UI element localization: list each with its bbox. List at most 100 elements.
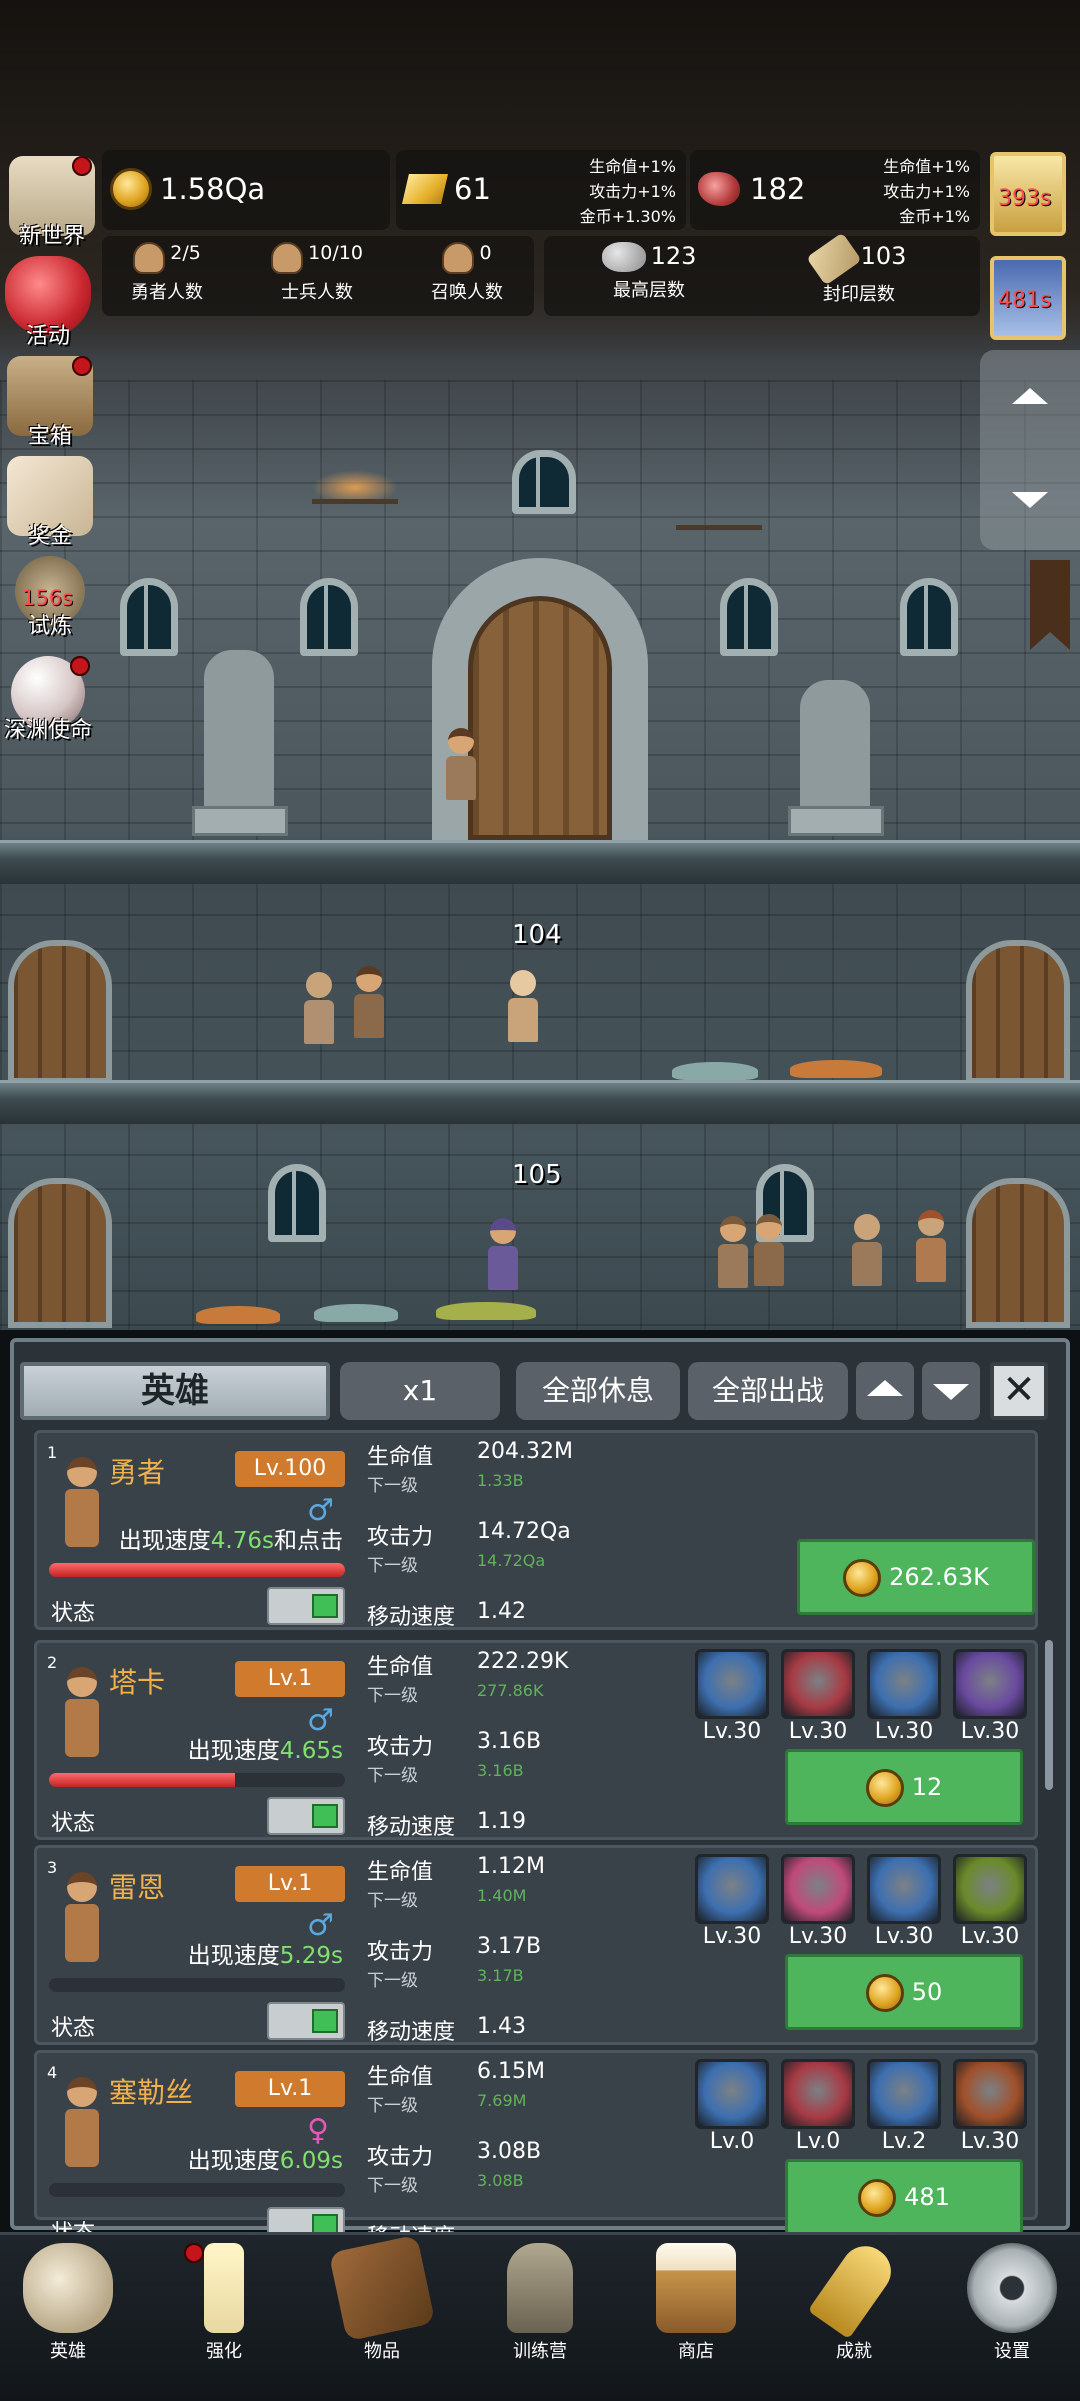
- bonus-button[interactable]: 奖金: [4, 456, 96, 550]
- state-toggle[interactable]: [267, 1587, 345, 1625]
- shield-axe-icon: [695, 1649, 769, 1719]
- battle-axe-icon: [781, 1649, 855, 1719]
- hp-label: 生命值: [367, 1860, 434, 1885]
- knight-statue: [204, 650, 274, 820]
- hero-card[interactable]: 2 塔卡 Lv.1 ♂ 出现速度4.65s 状态 生命值 222.29K 下一级…: [34, 1640, 1038, 1840]
- castle-gate: [468, 596, 612, 840]
- gold-coin-icon: [843, 1559, 882, 1597]
- equip-slot[interactable]: Lv.30: [953, 1649, 1027, 1745]
- equip-slot[interactable]: Lv.30: [867, 1854, 941, 1950]
- witch-sprite: [486, 1218, 520, 1290]
- move-speed-label: 移动速度: [367, 2020, 456, 2045]
- nav-shop[interactable]: 商店: [636, 2243, 756, 2363]
- scroll-up-button[interactable]: [1012, 388, 1048, 404]
- lantern-icon: [507, 2243, 573, 2333]
- equip-slot[interactable]: Lv.30: [695, 1649, 769, 1745]
- next-level-label: 下一级: [367, 1891, 418, 1911]
- equip-slot[interactable]: Lv.30: [867, 1649, 941, 1745]
- floor-stats-panel: 123 最高层数 103 封印层数: [544, 232, 980, 316]
- equip-slot[interactable]: Lv.2: [867, 2059, 941, 2155]
- sort-up-button[interactable]: [856, 1362, 914, 1420]
- nav-achievements[interactable]: 成就: [794, 2236, 914, 2363]
- coin-panel: 1.58Qa: [102, 150, 390, 230]
- hero-info: 3 雷恩 Lv.1 ♂ 出现速度5.29s 状态: [39, 1850, 347, 2041]
- upgrade-button[interactable]: 481: [785, 2159, 1023, 2235]
- hero-info: 1 勇者 Lv.100 ♂ 出现速度4.76s和点击 状态: [39, 1435, 347, 1626]
- soldier-count: 10/10 士兵人数: [242, 242, 392, 304]
- greaves-icon: [867, 2059, 941, 2129]
- hero-info: 4 塞勒丝 Lv.1 ♀ 出现速度6.09s 状态: [39, 2055, 347, 2246]
- gold-coin-icon: [110, 168, 152, 210]
- equip-level: Lv.0: [795, 2129, 841, 2154]
- upgrade-button[interactable]: 50: [785, 1954, 1023, 2030]
- atk-next-value: 3.16B: [477, 1761, 524, 1780]
- state-toggle[interactable]: [267, 2002, 345, 2040]
- equip-slot[interactable]: Lv.30: [781, 1649, 855, 1745]
- hero-list-scrollbar[interactable]: [1045, 1640, 1053, 1790]
- equip-slot[interactable]: Lv.30: [953, 1854, 1027, 1950]
- gold-coin-icon: [865, 1974, 904, 2012]
- hero-card[interactable]: 4 塞勒丝 Lv.1 ♀ 出现速度6.09s 状态 生命值 6.15M 下一级 …: [34, 2050, 1038, 2250]
- equip-slot[interactable]: Lv.0: [695, 2059, 769, 2155]
- upgrade-button[interactable]: 262.63K: [797, 1539, 1035, 1615]
- hero-index: 4: [47, 2063, 58, 2082]
- equip-level: Lv.30: [960, 2129, 1020, 2154]
- hp-next-value: 1.33B: [477, 1471, 524, 1490]
- soldier-sprite: [352, 966, 386, 1038]
- atk-label: 攻击力: [367, 1940, 434, 1965]
- rest-all-button[interactable]: 全部休息: [516, 1362, 680, 1420]
- notification-dot: [70, 656, 90, 676]
- book-icon: [328, 2234, 436, 2342]
- equip-slot[interactable]: Lv.30: [781, 1854, 855, 1950]
- hero-card[interactable]: 1 勇者 Lv.100 ♂ 出现速度4.76s和点击 状态 生命值 204.32…: [34, 1430, 1038, 1630]
- hero-head-icon: [133, 242, 166, 274]
- nav-settings[interactable]: 设置: [952, 2243, 1072, 2363]
- hp-value: 1.12M: [477, 1854, 545, 1879]
- nav-items[interactable]: 物品: [322, 2234, 442, 2363]
- stone-icon: [601, 242, 646, 272]
- next-level-label: 下一级: [367, 1476, 418, 1496]
- hp-value: 222.29K: [477, 1649, 569, 1674]
- event-button[interactable]: 活动: [2, 256, 94, 350]
- hero-hp-bar: [49, 1773, 345, 1787]
- hero-portrait: [59, 1457, 105, 1557]
- slime-puddle: [790, 1060, 882, 1078]
- gold-bar-icon: [402, 174, 448, 204]
- window: [120, 578, 178, 656]
- hero-level-badge: Lv.1: [235, 1866, 345, 1902]
- deploy-all-button[interactable]: 全部出战: [688, 1362, 848, 1420]
- lit-chandelier-icon: [312, 470, 398, 504]
- fang-mouth-icon: [781, 2059, 855, 2129]
- state-label: 状态: [51, 1811, 96, 1836]
- soldier-sprite: [302, 972, 336, 1044]
- hero-card[interactable]: 3 雷恩 Lv.1 ♂ 出现速度5.29s 状态 生命值 1.12M 下一级 1…: [34, 1845, 1038, 2045]
- reward-timer-1: 393s: [998, 186, 1052, 211]
- meat-panel: 182 生命值+1% 攻击力+1% 金币+1%: [690, 150, 980, 230]
- multiplier-button[interactable]: x1: [340, 1362, 500, 1420]
- slime-puddle: [314, 1304, 398, 1322]
- hero-sprite: [444, 728, 478, 800]
- beer-mug-icon: [656, 2243, 736, 2333]
- upgrade-button[interactable]: 12: [785, 1749, 1023, 1825]
- scroll-down-button[interactable]: [1012, 492, 1048, 508]
- state-toggle[interactable]: [267, 1797, 345, 1835]
- atk-label: 攻击力: [367, 2145, 434, 2170]
- close-button[interactable]: ✕: [990, 1362, 1048, 1420]
- equip-level: Lv.2: [881, 2129, 927, 2154]
- skull-icon: [23, 2243, 113, 2333]
- soldier-sprite: [506, 970, 540, 1042]
- notification-dot: [184, 2243, 204, 2263]
- hp-next-value: 7.69M: [477, 2091, 527, 2110]
- atk-value: 3.16B: [477, 1729, 542, 1754]
- sort-down-button[interactable]: [922, 1362, 980, 1420]
- sword-shield-icon: [695, 1854, 769, 1924]
- tab-heroes[interactable]: 英雄: [20, 1362, 330, 1420]
- nav-enhance[interactable]: 强化: [164, 2243, 284, 2363]
- serpent-icon: [953, 1854, 1027, 1924]
- floor-number: 104: [512, 920, 562, 950]
- nav-heroes[interactable]: 英雄: [8, 2243, 128, 2363]
- equip-slot[interactable]: Lv.30: [695, 1854, 769, 1950]
- equip-slot[interactable]: Lv.30: [953, 2059, 1027, 2155]
- nav-training[interactable]: 训练营: [480, 2243, 600, 2363]
- equip-slot[interactable]: Lv.0: [781, 2059, 855, 2155]
